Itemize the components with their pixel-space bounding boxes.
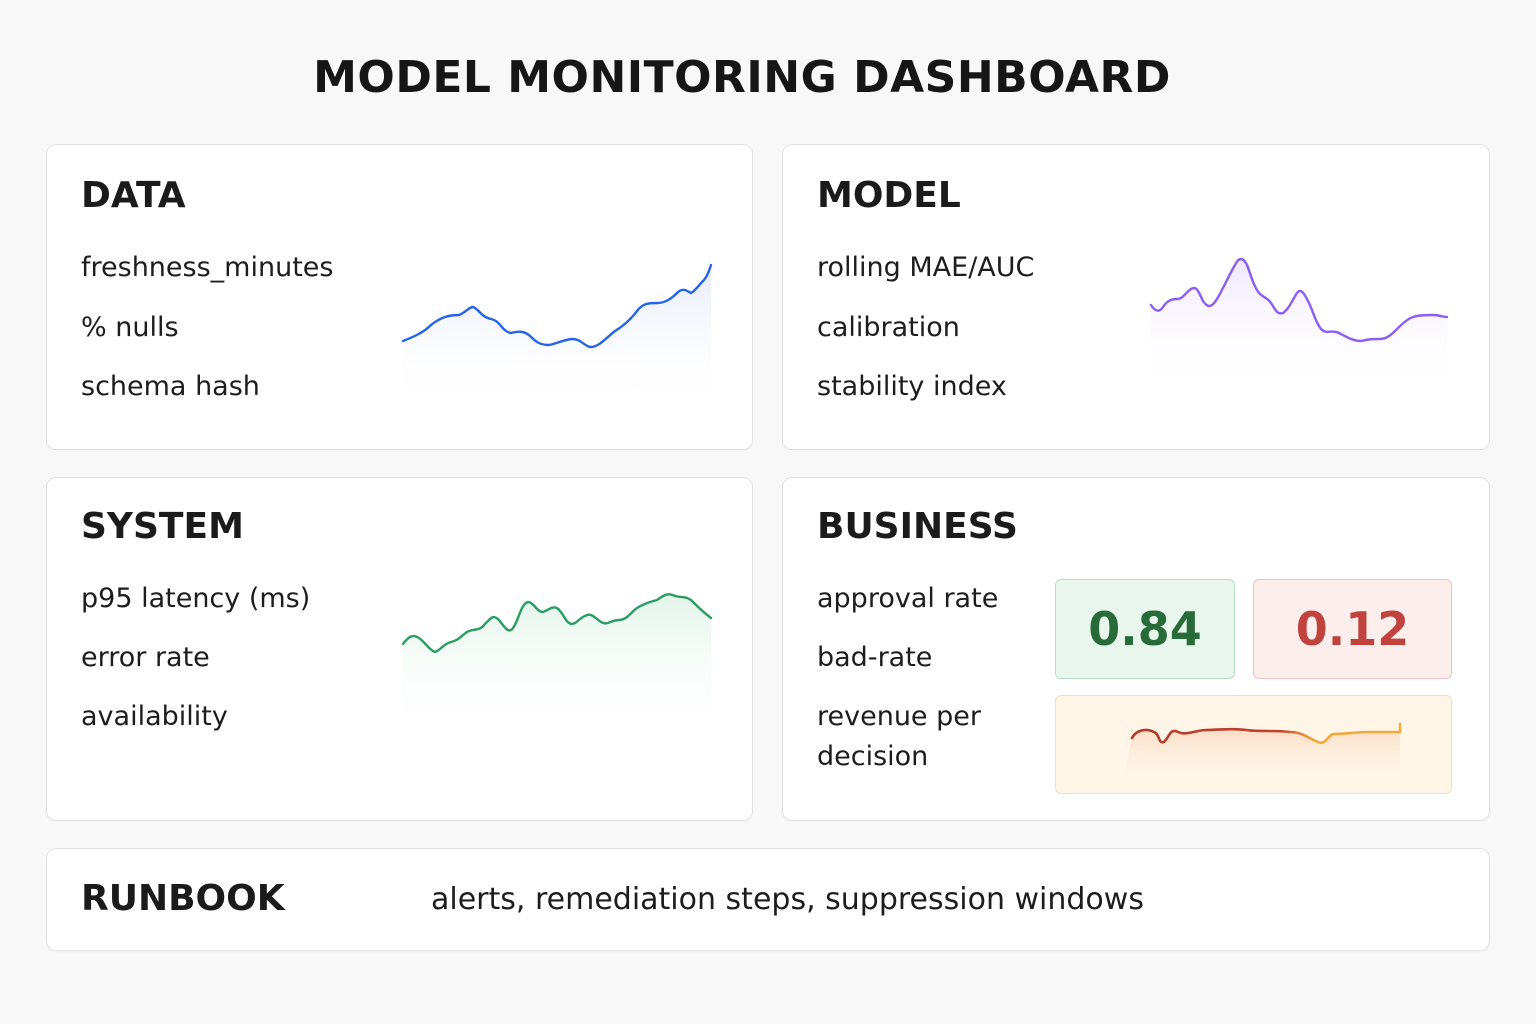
business-metric-list: approval rate bad-rate revenue per decis… xyxy=(817,584,1037,777)
metric-rolling-mae-auc: rolling MAE/AUC xyxy=(817,252,1035,283)
data-metric-list: freshness_minutes % nulls schema hash xyxy=(81,253,333,402)
runbook-description: alerts, remediation steps, suppression w… xyxy=(431,882,1144,917)
bad-rate-kpi: 0.12 xyxy=(1253,579,1452,679)
data-sparkline-area xyxy=(403,265,711,407)
model-panel: MODEL rolling MAE/AUC calibration stabil… xyxy=(782,144,1490,450)
revenue-sparkline xyxy=(1122,722,1402,786)
metric-error-rate: error rate xyxy=(81,642,210,673)
metric-p95-latency: p95 latency (ms) xyxy=(81,583,311,614)
business-panel-title: BUSINESS xyxy=(817,506,1018,547)
data-sparkline xyxy=(401,263,713,407)
metric-schema-hash: schema hash xyxy=(81,371,260,402)
revenue-sparkline-box xyxy=(1055,695,1452,794)
bad-rate-value: 0.12 xyxy=(1295,602,1410,656)
metric-availability: availability xyxy=(81,701,228,732)
system-panel: SYSTEM p95 latency (ms) error rate avail… xyxy=(46,477,753,821)
model-panel-title: MODEL xyxy=(817,175,961,216)
metric-freshness-minutes: freshness_minutes xyxy=(81,252,334,283)
metric-bad-rate: bad-rate xyxy=(817,642,933,673)
system-panel-title: SYSTEM xyxy=(81,506,244,547)
data-panel-title: DATA xyxy=(81,175,186,216)
metric-revenue-per-decision: revenue per decision xyxy=(817,701,981,772)
system-sparkline xyxy=(401,593,713,738)
page-title: MODEL MONITORING DASHBOARD xyxy=(313,52,1171,103)
data-panel: DATA freshness_minutes % nulls schema ha… xyxy=(46,144,753,450)
system-sparkline-area xyxy=(403,594,711,738)
system-metric-list: p95 latency (ms) error rate availability xyxy=(81,584,310,732)
metric-stability-index: stability index xyxy=(817,371,1007,402)
model-metric-list: rolling MAE/AUC calibration stability in… xyxy=(817,253,1034,402)
runbook-title: RUNBOOK xyxy=(81,878,285,919)
approval-rate-kpi: 0.84 xyxy=(1055,579,1235,679)
metric-approval-rate: approval rate xyxy=(817,583,999,614)
metric-calibration: calibration xyxy=(817,312,960,343)
metric-pct-nulls: % nulls xyxy=(81,312,179,343)
runbook-panel: RUNBOOK alerts, remediation steps, suppr… xyxy=(46,848,1490,951)
approval-rate-value: 0.84 xyxy=(1088,602,1202,656)
model-sparkline-area xyxy=(1151,259,1447,395)
business-panel: BUSINESS approval rate bad-rate revenue … xyxy=(782,477,1490,821)
model-sparkline xyxy=(1149,257,1449,395)
revenue-sparkline-area xyxy=(1122,729,1400,786)
